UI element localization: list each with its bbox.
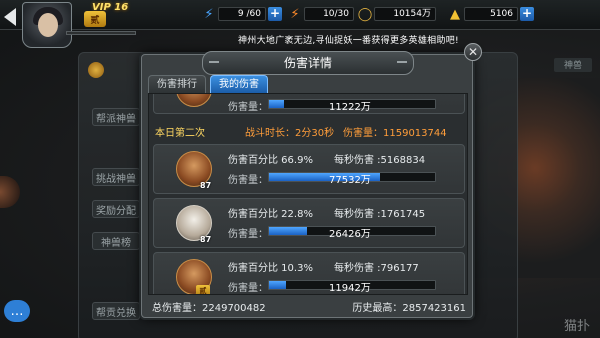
modal-title: 伤害详情 [202, 51, 414, 75]
gold-value: 5106 [464, 7, 518, 21]
damage-list[interactable]: 伤害量： 11222万 本日第二次 战斗时长：2分30秒 伤害量：1159013… [148, 93, 468, 295]
copper-coin-icon: ◯ [357, 6, 373, 22]
damage-bar-fill [269, 100, 284, 108]
gold-resource: ▲ 5106 + [446, 5, 534, 23]
damage-per-second: 每秒伤害 :1761745 [334, 209, 426, 220]
damage-percent: 伤害百分比 10.3% [228, 263, 313, 274]
damage-percent: 伤害百分比 66.9% [228, 155, 313, 166]
best-damage: 历史最高：2857423161 [352, 303, 466, 314]
damage-label: 伤害量： [228, 102, 268, 113]
copper-resource: ◯ 10154万 [356, 5, 436, 23]
hero-level: 87 [200, 235, 212, 244]
damage-bar: 11222万 [268, 99, 436, 113]
stamina-icon: ⚡ [204, 6, 214, 22]
tab-damage-ranking[interactable]: 伤害排行 [148, 75, 206, 93]
stamina-value: 9 /60 [218, 7, 266, 21]
gold-ingot-icon: ▲ [450, 6, 460, 22]
stamina-resource: ⚡ 9 /60 + [200, 5, 282, 23]
damage-value: 11222万 [329, 102, 371, 113]
hero-portrait [176, 94, 212, 107]
side-menu-handle[interactable] [0, 176, 20, 208]
bg-button-challenge[interactable]: 挑战神兽 [92, 168, 140, 186]
damage-percent: 伤害百分比 22.8% [228, 209, 313, 220]
damage-value: 11942万 [329, 283, 371, 294]
energy-icon: ⚡ [290, 6, 300, 22]
bg-button-ranking[interactable]: 神兽榜 [92, 232, 140, 250]
bg-button-exchange[interactable]: 帮贡兑换 [92, 302, 140, 320]
bg-button-guild-beast[interactable]: 帮派神兽 [92, 108, 140, 126]
damage-value: 26426万 [329, 229, 371, 240]
summary-title: 本日第二次 [155, 128, 205, 139]
list-item: 伤害量： 11222万 [153, 94, 465, 114]
damage-bar: 77532万 [268, 172, 436, 186]
watermark-icon: 猫扑 [563, 319, 590, 334]
damage-bar: 26426万 [268, 226, 436, 240]
total-damage: 总伤害量：2249700482 [152, 303, 266, 314]
bg-beast-label: 神兽 [554, 58, 592, 72]
chat-icon[interactable]: … [4, 300, 30, 322]
damage-label: 伤害量： [228, 283, 268, 294]
damage-bar: 11942万 [268, 280, 436, 294]
close-icon[interactable]: ✕ [464, 43, 482, 61]
top-hud: VIP 16 贰 ⚡ 9 /60 + ⚡ 10/30 ◯ 10154万 ▲ 51… [0, 0, 600, 48]
copper-value: 10154万 [374, 7, 436, 21]
back-arrow-icon[interactable] [4, 8, 16, 26]
player-avatar[interactable] [22, 2, 72, 48]
tab-my-damage[interactable]: 我的伤害 [210, 75, 268, 93]
hero-rank-badge: 贰 [196, 285, 210, 294]
energy-resource: ⚡ 10/30 [286, 5, 354, 23]
damage-bar-fill [269, 281, 286, 289]
coin-icon [88, 62, 104, 78]
player-rank-badge: 贰 [84, 11, 106, 27]
damage-per-second: 每秒伤害 :5168834 [334, 155, 426, 166]
modal-tabs: 伤害排行 我的伤害 [148, 75, 268, 93]
damage-detail-modal: 伤害详情 ✕ 伤害排行 我的伤害 伤害量： 11222万 本日第二次 战斗时长：… [141, 43, 482, 318]
damage-bar-fill [269, 227, 308, 235]
list-item: 贰 伤害百分比 10.3% 每秒伤害 :796177 伤害量： 11942万 [153, 252, 465, 294]
damage-value: 77532万 [329, 175, 371, 186]
announcement-text: 神州大地广袤无边,寻仙捉妖一番获得更多英雄相助吧! [238, 36, 459, 46]
summary-total-damage: 伤害量：1159013744 [343, 128, 447, 139]
damage-label: 伤害量： [228, 229, 268, 240]
battle-summary: 本日第二次 战斗时长：2分30秒 伤害量：1159013744 [153, 124, 465, 140]
experience-bar [66, 31, 136, 35]
damage-label: 伤害量： [228, 175, 268, 186]
damage-footer: 总伤害量：2249700482 历史最高：2857423161 [148, 297, 468, 314]
add-stamina-button[interactable]: + [268, 7, 282, 21]
list-item: 87 伤害百分比 66.9% 每秒伤害 :5168834 伤害量： 77532万 [153, 144, 465, 194]
list-item: 87 伤害百分比 22.8% 每秒伤害 :1761745 伤害量： 26426万 [153, 198, 465, 248]
battle-duration: 战斗时长：2分30秒 [245, 128, 335, 139]
damage-per-second: 每秒伤害 :796177 [334, 263, 419, 274]
energy-value: 10/30 [304, 7, 354, 21]
bg-button-rewards[interactable]: 奖励分配 [92, 200, 140, 218]
hero-level: 87 [200, 181, 212, 190]
add-gold-button[interactable]: + [520, 7, 534, 21]
